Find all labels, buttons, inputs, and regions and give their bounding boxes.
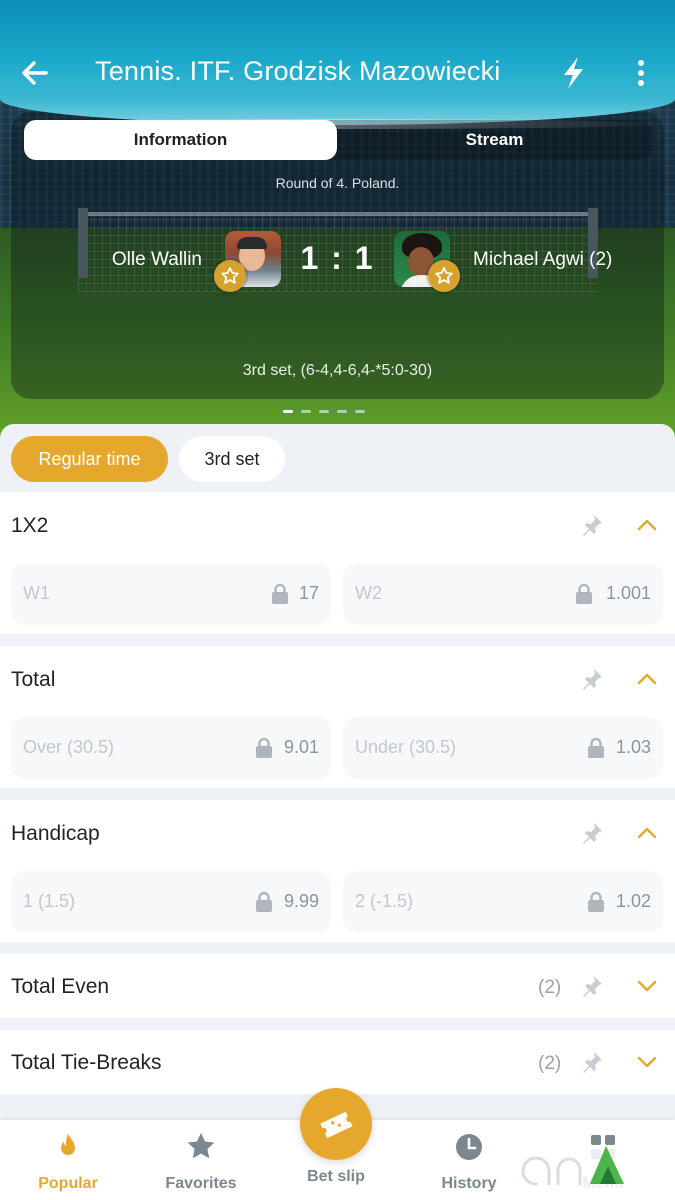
carousel-dot[interactable] [337, 410, 347, 413]
pin-icon[interactable] [579, 666, 605, 692]
market-title: Total Even [11, 975, 110, 998]
lock-icon [576, 583, 592, 604]
odd-value: 1.001 [605, 583, 651, 603]
odd-button[interactable]: W2 1.001 [343, 563, 663, 625]
lock-icon [588, 737, 604, 758]
odd-button[interactable]: Under (30.5) 1.03 [343, 717, 663, 779]
chevron-down-icon[interactable] [634, 973, 660, 999]
market-title: Total Tie-Breaks [11, 1051, 162, 1074]
ticket-icon [320, 1111, 353, 1139]
odd-label: 2 (-1.5) [355, 891, 414, 911]
odd-value: 17 [298, 583, 319, 603]
match-hero: Tennis. ITF. Grodzisk Mazowiecki Informa… [0, 0, 675, 440]
lock-icon [588, 891, 604, 912]
pin-icon[interactable] [579, 973, 605, 999]
odd-value: 1.02 [615, 891, 651, 911]
nav-label: Popular [38, 1175, 98, 1192]
odd-label: W1 [23, 583, 50, 603]
odd-value: 1.03 [615, 737, 651, 757]
odd-button[interactable]: 1 (1.5) 9.99 [11, 871, 331, 933]
lock-icon [272, 583, 288, 604]
period-regular-time[interactable]: Regular time [11, 436, 168, 482]
nav-history[interactable]: History [414, 1130, 524, 1193]
round-info: Round of 4. Poland. [275, 175, 400, 191]
tab-information[interactable]: Information [24, 120, 337, 160]
set-info: 3rd set, (6-4,4-6,4-*5:0-30) [242, 362, 433, 379]
star-icon [187, 1133, 215, 1159]
chevron-up-icon[interactable] [634, 666, 660, 692]
odd-button[interactable]: W1 17 [11, 563, 331, 625]
market-title: Handicap [11, 822, 100, 845]
flame-icon [61, 1133, 75, 1155]
watermark-logo-icon [516, 1146, 632, 1192]
lock-icon [256, 891, 272, 912]
bet-slip-button[interactable] [300, 1088, 372, 1160]
odd-label: W2 [355, 583, 382, 603]
lock-icon [256, 737, 272, 758]
odd-label: Over (30.5) [23, 737, 115, 757]
nav-favorites[interactable]: Favorites [146, 1130, 256, 1193]
odd-label: Under (30.5) [355, 737, 457, 757]
pin-icon[interactable] [579, 512, 605, 538]
carousel-dot[interactable] [283, 410, 293, 413]
carousel-dot[interactable] [319, 410, 329, 413]
lightning-icon[interactable] [558, 55, 588, 91]
odd-value: 9.01 [283, 737, 319, 757]
odd-label: 1 (1.5) [23, 891, 76, 911]
pin-icon[interactable] [579, 820, 605, 846]
page-title: Tennis. ITF. Grodzisk Mazowiecki [95, 56, 501, 86]
view-tabs: Information Stream [24, 120, 652, 160]
market-title: 1X2 [11, 514, 49, 537]
chevron-down-icon[interactable] [634, 1049, 660, 1075]
carousel-dot[interactable] [301, 410, 311, 413]
market-count: (2) [538, 977, 562, 998]
odd-button[interactable]: 2 (-1.5) 1.02 [343, 871, 663, 933]
market-count: (2) [538, 1053, 562, 1074]
chevron-up-icon[interactable] [634, 820, 660, 846]
carousel-dot[interactable] [355, 410, 365, 413]
nav-label[interactable]: Bet slip [280, 1168, 392, 1186]
clock-icon [456, 1134, 482, 1160]
carousel-dots [283, 410, 365, 413]
nav-label: Favorites [165, 1175, 237, 1192]
period-third-set[interactable]: 3rd set [179, 436, 285, 482]
odd-button[interactable]: Over (30.5) 9.01 [11, 717, 331, 779]
back-arrow-icon[interactable] [18, 56, 52, 90]
pin-icon[interactable] [579, 1049, 605, 1075]
nav-label: History [441, 1175, 497, 1192]
tab-stream[interactable]: Stream [337, 120, 652, 160]
market-title: Total [11, 668, 56, 691]
favorite-star-icon[interactable] [428, 260, 460, 292]
chevron-up-icon[interactable] [634, 512, 660, 538]
nav-popular[interactable]: Popular [13, 1130, 123, 1193]
odd-value: 9.99 [283, 891, 319, 911]
more-vertical-icon[interactable] [630, 58, 652, 88]
player2-name: Michael Agwi (2) [473, 249, 613, 270]
